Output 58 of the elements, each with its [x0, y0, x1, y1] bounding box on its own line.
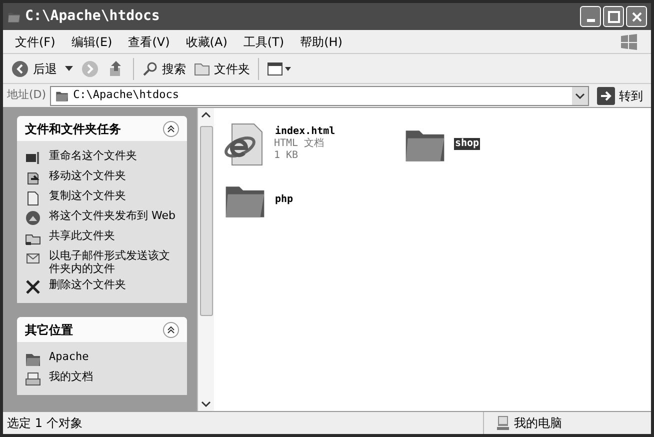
collapse-button[interactable]: [163, 120, 179, 136]
task-link[interactable]: 共享此文件夹: [49, 229, 115, 242]
chevron-up-icon: [167, 124, 175, 132]
windows-logo-icon: [619, 32, 639, 52]
panel-header[interactable]: 其它位置: [17, 317, 187, 342]
back-button[interactable]: 后退: [11, 60, 57, 78]
chevron-down-icon: [575, 92, 585, 98]
menu-item[interactable]: 收藏(A): [178, 32, 236, 50]
scroll-thumb[interactable]: [200, 126, 212, 316]
close-icon: [630, 10, 642, 22]
close-button[interactable]: [626, 6, 647, 27]
task-link[interactable]: 我的文档: [49, 370, 93, 383]
file-name[interactable]: php: [274, 194, 294, 206]
arrow-left-icon: [11, 60, 29, 78]
menu-item[interactable]: 文件(F): [7, 32, 64, 50]
maximize-button[interactable]: [603, 6, 624, 27]
computer-icon: [496, 415, 510, 431]
folders-button[interactable]: 文件夹: [194, 60, 250, 78]
copy-icon: [25, 190, 41, 206]
task-link[interactable]: Apache: [49, 350, 89, 363]
arrow-right-icon: [597, 86, 615, 104]
file-name[interactable]: index.html: [274, 126, 336, 138]
minimize-icon: [586, 19, 594, 22]
minimize-button[interactable]: [580, 6, 601, 27]
folder-icon: [194, 60, 210, 76]
menu-item[interactable]: 帮助(H): [292, 32, 350, 50]
go-button[interactable]: 转到: [593, 86, 647, 104]
panel-title: 其它位置: [25, 322, 73, 338]
address-label: 地址(D): [7, 87, 46, 104]
search-button[interactable]: 搜索: [142, 60, 186, 78]
task-link[interactable]: 复制这个文件夹: [49, 189, 126, 202]
menu-item[interactable]: 工具(T): [235, 32, 292, 50]
panel-title: 文件和文件夹任务: [25, 120, 121, 138]
views-icon[interactable]: [267, 60, 291, 76]
file-name[interactable]: shop: [454, 138, 480, 150]
collapse-button[interactable]: [163, 322, 179, 338]
delete-icon: [25, 279, 41, 295]
task-link[interactable]: 以电子邮件形式发送该文件夹内的文件: [49, 249, 179, 275]
caret-icon[interactable]: [65, 66, 73, 72]
panel-header[interactable]: 文件和文件夹任务: [17, 116, 187, 141]
dropdown-button[interactable]: [572, 86, 588, 104]
status-text: 选定 1 个对象: [6, 415, 84, 432]
maximize-icon: [608, 10, 620, 22]
task-link[interactable]: 将这个文件夹发布到 Web: [49, 209, 176, 222]
menu-item[interactable]: 编辑(E): [63, 32, 120, 50]
address-field[interactable]: C:\Apache\htdocs: [50, 86, 589, 106]
status-location: 我的电脑: [514, 415, 562, 432]
task-link[interactable]: 重命名这个文件夹: [49, 149, 137, 162]
menu-item[interactable]: 查看(V): [120, 32, 178, 50]
file-type: HTML 文档: [274, 138, 326, 150]
task-link[interactable]: 删除这个文件夹: [49, 278, 126, 291]
window-title: C:\Apache\htdocs: [25, 7, 160, 26]
task-link[interactable]: 移动这个文件夹: [49, 169, 126, 182]
move-icon: [25, 170, 41, 186]
file-size: 1 KB: [274, 150, 300, 162]
chevron-up-icon: [167, 326, 175, 334]
folder-icon: [25, 351, 41, 367]
search-icon: [142, 60, 158, 76]
